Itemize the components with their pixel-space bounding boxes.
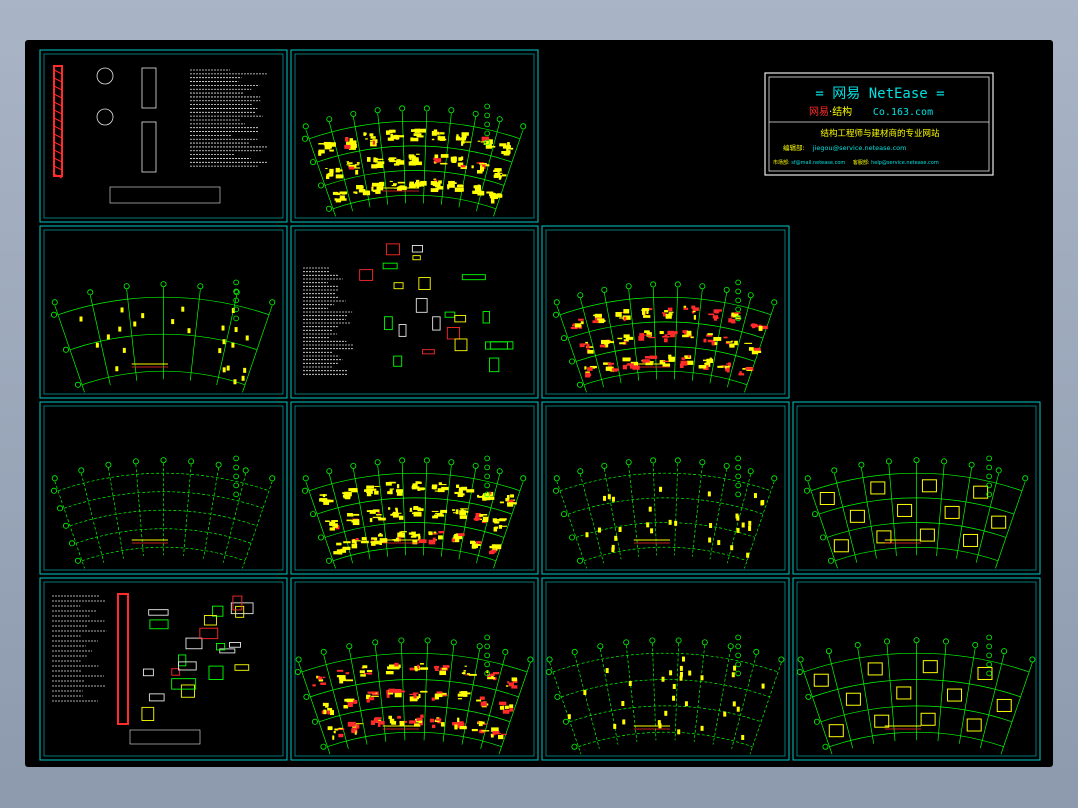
netease-header: = 网易 NetEase = <box>815 86 944 102</box>
contact-value: jiegou@service.netease.com <box>812 144 907 152</box>
footer-line: 市场部: sf@mail.netease.com 客服部: help@servi… <box>773 159 939 166</box>
footer-right-label: 客服部: <box>853 159 870 166</box>
brand-line: 网易·结构 <box>809 105 852 118</box>
cad-sheet-s6[interactable] <box>39 401 288 575</box>
cad-sheet-s1[interactable] <box>39 49 288 223</box>
cad-sheet-s7[interactable] <box>290 401 539 575</box>
cad-sheet-s8[interactable] <box>541 401 790 575</box>
footer-right: help@service.netease.com <box>871 160 939 166</box>
footer-left: sf@mail.netease.com <box>791 160 845 166</box>
cad-sheet-s13[interactable] <box>792 577 1041 761</box>
cad-sheet-s4[interactable] <box>290 225 539 399</box>
cad-sheet-s11[interactable] <box>290 577 539 761</box>
cad-drawing-canvas[interactable]: = 网易 NetEase = 网易·结构 Co.163.com 结构工程师与建材… <box>25 40 1053 767</box>
title-block: = 网易 NetEase = 网易·结构 Co.163.com 结构工程师与建材… <box>764 72 994 176</box>
footer-left-label: 市场部: <box>773 159 790 166</box>
brand-yellow: 结构 <box>832 105 852 118</box>
cad-sheet-s10[interactable] <box>39 577 288 761</box>
slogan-text: 结构工程师与建材商的专业网站 <box>820 128 940 139</box>
contact-label: 编辑部: <box>783 143 805 152</box>
domain-text: Co.163.com <box>873 107 933 118</box>
cad-sheet-s12[interactable] <box>541 577 790 761</box>
contact-line: 编辑部: jiegou@service.netease.com <box>783 143 906 152</box>
cad-sheet-s3[interactable] <box>39 225 288 399</box>
cad-sheet-s9[interactable] <box>792 401 1041 575</box>
cad-sheet-s2[interactable] <box>290 49 539 223</box>
brand-red: 网易 <box>809 106 829 118</box>
cad-sheet-s5[interactable] <box>541 225 790 399</box>
drawing-area[interactable]: = 网易 NetEase = 网易·结构 Co.163.com 结构工程师与建材… <box>25 40 1053 767</box>
